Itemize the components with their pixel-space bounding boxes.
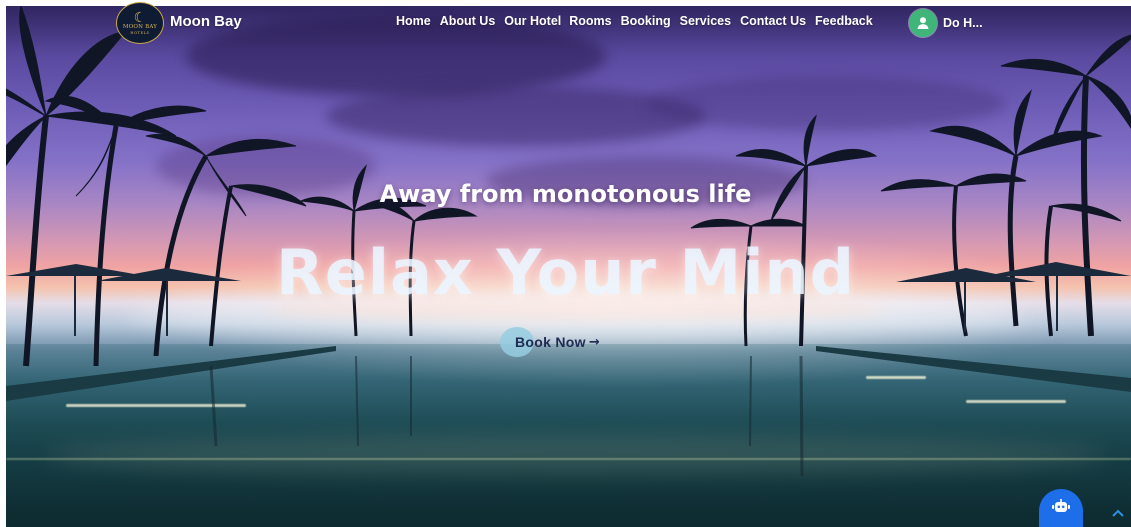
user-icon: [917, 17, 929, 29]
chatbot-button[interactable]: [1039, 489, 1083, 527]
chevron-up-icon: [1112, 509, 1124, 517]
logo-subtext: HOTELS: [130, 30, 150, 35]
arrow-right-icon: →: [588, 334, 600, 350]
book-now-label: Book Now: [515, 334, 586, 350]
hero-tagline: Away from monotonous life: [379, 180, 752, 208]
book-now-button[interactable]: Book Now →: [500, 327, 600, 357]
nav-item-booking[interactable]: Booking: [621, 14, 671, 28]
page: ☾ MOON BAY HOTELS Moon Bay Home About Us…: [0, 0, 1131, 527]
nav-item-about-us[interactable]: About Us: [440, 14, 496, 28]
nav-item-home[interactable]: Home: [396, 14, 431, 28]
moon-icon: ☾: [133, 9, 147, 26]
nav-item-feedback[interactable]: Feedback: [815, 14, 873, 28]
nav-item-services[interactable]: Services: [680, 14, 731, 28]
logo-text: MOON BAY: [122, 23, 158, 30]
nav-item-rooms[interactable]: Rooms: [569, 14, 611, 28]
main-menu: Home About Us Our Hotel Rooms Booking Se…: [396, 14, 873, 28]
avatar[interactable]: [909, 9, 937, 37]
scroll-to-top-button[interactable]: [1110, 506, 1126, 522]
user-menu[interactable]: Do H...: [909, 9, 983, 37]
brand-name[interactable]: Moon Bay: [170, 13, 242, 30]
robot-icon: [1052, 499, 1070, 512]
user-name[interactable]: Do H...: [943, 16, 983, 30]
nav-item-our-hotel[interactable]: Our Hotel: [504, 14, 561, 28]
logo[interactable]: ☾ MOON BAY HOTELS: [116, 2, 164, 44]
nav-item-contact-us[interactable]: Contact Us: [740, 14, 806, 28]
hero-headline: Relax Your Mind: [275, 236, 856, 309]
